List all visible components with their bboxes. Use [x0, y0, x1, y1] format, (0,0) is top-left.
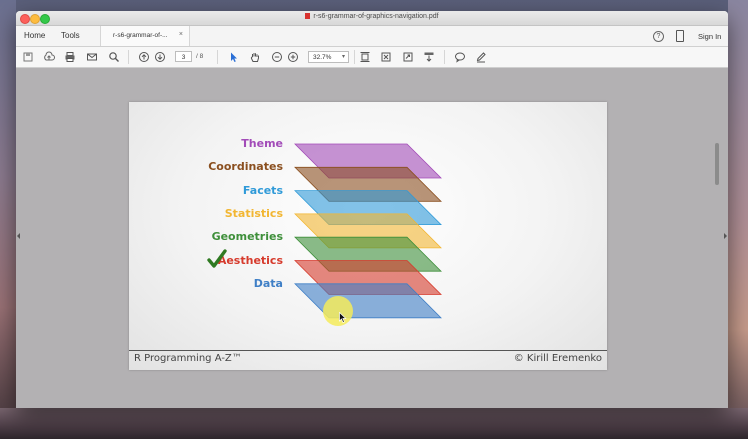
toolbar: 3 / 8 32.7% ▾ [16, 47, 728, 68]
zoom-in-icon[interactable] [287, 51, 299, 63]
zoom-value: 32.7% [313, 54, 332, 61]
help-icon[interactable]: ? [653, 31, 664, 42]
page-down-icon[interactable] [154, 51, 166, 63]
upload-icon[interactable] [43, 51, 55, 63]
crop-icon[interactable] [380, 51, 392, 63]
layer-label-theme: Theme [241, 137, 283, 150]
chevron-down-icon: ▾ [341, 54, 345, 60]
fit-page-icon[interactable] [359, 51, 371, 63]
desktop-background-right [728, 0, 748, 439]
layer-label-facets: Facets [242, 183, 283, 197]
document-view[interactable]: Theme Coordinates Facets Statistics Geometri… [16, 68, 728, 408]
fullscreen-icon[interactable] [402, 51, 414, 63]
search-icon[interactable] [108, 51, 120, 63]
footer-rule [129, 350, 607, 351]
left-panel-toggle-icon[interactable] [17, 233, 20, 239]
layer-label-coordinates: Coordinates [208, 160, 283, 174]
toolbar-separator [354, 50, 355, 64]
sign-in-link[interactable]: Sign In [698, 32, 721, 41]
tab-home[interactable]: Home [24, 31, 45, 40]
layer-label-data: Data [253, 276, 283, 290]
title-bar: r-s6-grammar-of-graphics-navigation.pdf [16, 11, 728, 26]
mobile-icon[interactable] [676, 30, 684, 42]
save-icon[interactable] [22, 51, 34, 63]
tab-bar: Home Tools r-s6-grammar-of-... × ? Sign … [16, 26, 728, 47]
pen-icon[interactable] [475, 51, 487, 63]
select-cursor-icon[interactable] [228, 51, 240, 63]
layer-stack-diagram [294, 143, 442, 319]
checkmark-icon [207, 249, 227, 268]
vertical-scrollbar[interactable] [715, 143, 719, 185]
email-icon[interactable] [86, 51, 98, 63]
comment-icon[interactable] [454, 51, 466, 63]
toolbar-separator [128, 50, 129, 64]
close-tab-icon[interactable]: × [179, 31, 183, 38]
page-number-input[interactable]: 3 [175, 51, 192, 62]
mouse-cursor-icon [339, 312, 347, 323]
download-icon[interactable] [423, 51, 435, 63]
tab-document-label: r-s6-grammar-of-... [113, 32, 168, 39]
footer-course-title: R Programming A-Z™ [134, 353, 242, 364]
page-total: / 8 [196, 53, 204, 60]
zoom-out-icon[interactable] [271, 51, 283, 63]
zoom-select[interactable]: 32.7% ▾ [308, 51, 349, 63]
layer-label-geometries: Geometries [211, 230, 283, 244]
pdf-page: Theme Coordinates Facets Statistics Geometri… [129, 102, 607, 370]
desktop-background-left [0, 0, 16, 439]
pdf-viewer-window: r-s6-grammar-of-graphics-navigation.pdf … [16, 11, 728, 408]
layer-label-statistics: Statistics [224, 206, 283, 220]
toolbar-separator [444, 50, 445, 64]
window-title: r-s6-grammar-of-graphics-navigation.pdf [16, 13, 728, 20]
footer-author: © Kirill Eremenko [513, 353, 602, 364]
right-panel-toggle-icon[interactable] [724, 233, 727, 239]
layer-label-aesthetics: Aesthetics [217, 253, 283, 267]
tab-tools[interactable]: Tools [61, 31, 80, 40]
pdf-file-icon [305, 13, 311, 19]
desktop-background-bottom [0, 408, 748, 439]
click-highlight [323, 296, 353, 326]
page-up-icon[interactable] [138, 51, 150, 63]
print-icon[interactable] [64, 51, 76, 63]
tab-document[interactable]: r-s6-grammar-of-... × [100, 26, 190, 46]
hand-icon[interactable] [249, 51, 261, 63]
toolbar-separator [217, 50, 218, 64]
